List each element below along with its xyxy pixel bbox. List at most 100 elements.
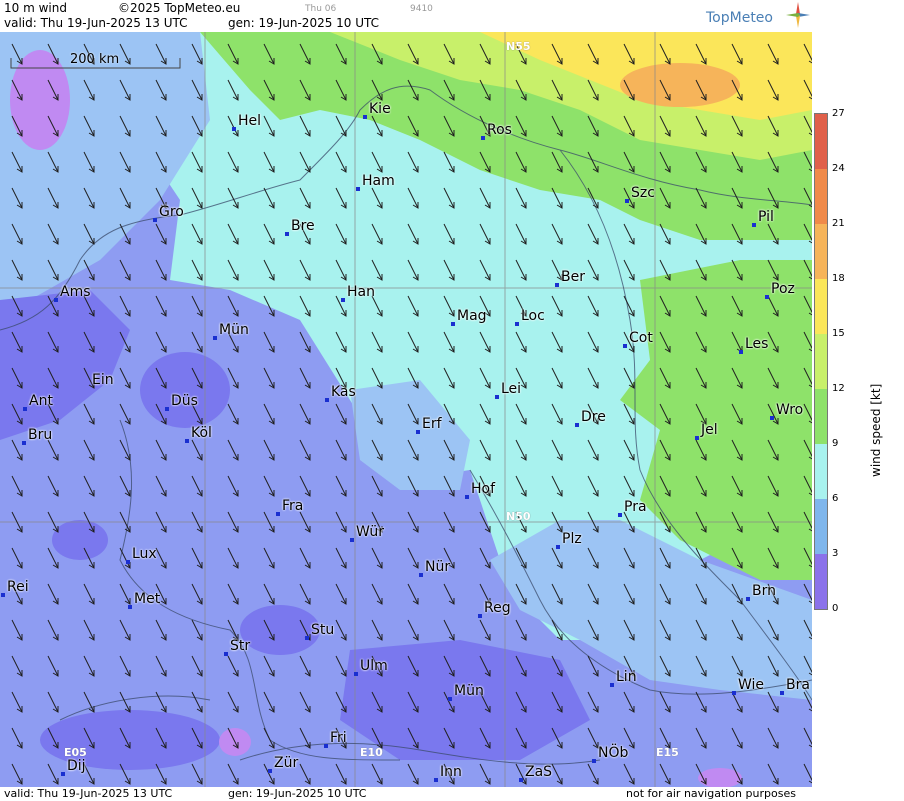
city-dot: [448, 697, 452, 701]
city-dot: [451, 322, 455, 326]
city-dot: [770, 416, 774, 420]
legend-title-text: wind speed [kt]: [869, 383, 883, 477]
city-dot: [61, 772, 65, 776]
city-dot: [780, 691, 784, 695]
legend-swatch: [815, 279, 827, 334]
city-label: Wür: [356, 524, 384, 540]
city-label: Ulm: [360, 658, 388, 674]
footer-disclaimer: not for air navigation purposes: [626, 787, 796, 800]
legend-swatch: [815, 444, 827, 499]
city-label: Rei: [7, 579, 29, 595]
city-label: Mün: [219, 322, 249, 338]
city-dot: [213, 336, 217, 340]
legend-swatch: [815, 499, 827, 554]
city-label: Brn: [752, 583, 776, 599]
city-dot: [752, 223, 756, 227]
legend-title: wind speed [kt]: [869, 380, 884, 480]
city-dot: [324, 744, 328, 748]
city-label: ZaS: [525, 764, 553, 780]
grid-label-n55: N55: [506, 40, 531, 53]
city-label: Pra: [624, 499, 647, 515]
city-label: Bra: [786, 677, 810, 693]
city-dot: [465, 495, 469, 499]
city-label: Nür: [425, 559, 451, 575]
city-dot: [592, 759, 596, 763]
city-dot: [555, 283, 559, 287]
legend-swatch: [815, 169, 827, 224]
city-label: Düs: [171, 393, 198, 409]
city-dot: [556, 545, 560, 549]
grid-label-e15: E15: [656, 746, 679, 759]
generated-time: gen: 19-Jun-2025 10 UTC: [228, 16, 380, 30]
city-label: Han: [347, 284, 375, 300]
legend-swatch: [815, 554, 827, 609]
city-label: Ros: [487, 122, 512, 138]
city-dot: [276, 512, 280, 516]
city-dot: [363, 115, 367, 119]
city-dot: [478, 614, 482, 618]
city-dot: [575, 423, 579, 427]
city-dot: [695, 436, 699, 440]
city-label: Wro: [776, 402, 804, 418]
city-label: Köl: [191, 425, 212, 441]
city-label: Ber: [561, 269, 585, 285]
city-label: Reg: [484, 600, 511, 616]
city-label: Dij: [67, 758, 86, 774]
legend-tick: 0: [832, 603, 839, 614]
city-dot: [434, 778, 438, 782]
city-dot: [481, 136, 485, 140]
city-label: Szc: [631, 185, 655, 201]
city-dot: [519, 778, 523, 782]
city-label: Str: [230, 638, 251, 654]
scale-bar-label: 200 km: [70, 52, 120, 67]
city-label: Loc: [521, 308, 545, 324]
city-dot: [765, 295, 769, 299]
legend-swatch: [815, 334, 827, 389]
city-label: Lux: [132, 546, 157, 562]
city-dot: [165, 407, 169, 411]
city-dot: [618, 513, 622, 517]
valid-time: valid: Thu 19-Jun-2025 13 UTC: [4, 16, 188, 30]
grid-label-n50: N50: [506, 510, 531, 523]
city-dot: [325, 398, 329, 402]
city-label: Wie: [738, 677, 765, 693]
city-label: Stu: [311, 622, 335, 638]
city-label: Erf: [422, 416, 442, 432]
city-label: Lei: [501, 381, 522, 397]
city-label: Bre: [291, 218, 315, 234]
city-label: Ham: [362, 173, 395, 189]
city-label: Plz: [562, 531, 582, 547]
wind-field: [0, 32, 812, 787]
city-label: Bru: [28, 427, 53, 443]
city-dot: [268, 769, 272, 773]
legend-swatch: [815, 389, 827, 444]
city-label: Ein: [92, 372, 114, 388]
city-dot: [419, 573, 423, 577]
city-label: Hof: [471, 481, 496, 497]
city-dot: [625, 199, 629, 203]
city-label: Kie: [369, 101, 391, 117]
city-dot: [495, 395, 499, 399]
legend-tick: 3: [832, 548, 839, 559]
city-dot: [126, 560, 130, 564]
city-dot: [739, 350, 743, 354]
city-dot: [746, 597, 750, 601]
city-label: NÖb: [598, 745, 629, 761]
city-dot: [185, 439, 189, 443]
city-label: Fri: [330, 730, 347, 746]
city-label: Dre: [581, 409, 606, 425]
legend-tick: 27: [832, 108, 845, 119]
city-label: Jel: [701, 422, 718, 438]
compass-star-icon: [786, 2, 810, 28]
city-dot: [54, 298, 58, 302]
legend-colorbar: [814, 113, 828, 610]
city-dot: [232, 127, 236, 131]
city-dot: [224, 652, 228, 656]
legend-tick: 6: [832, 493, 839, 504]
city-dot: [610, 683, 614, 687]
wind-map[interactable]: N55 N50 E05 E10 E15 200 km Hel Kie Ros H…: [0, 32, 812, 787]
city-label: Gro: [159, 204, 184, 220]
legend-tick: 21: [832, 218, 845, 229]
city-label: Ams: [60, 284, 91, 300]
city-label: Kas: [331, 384, 356, 400]
